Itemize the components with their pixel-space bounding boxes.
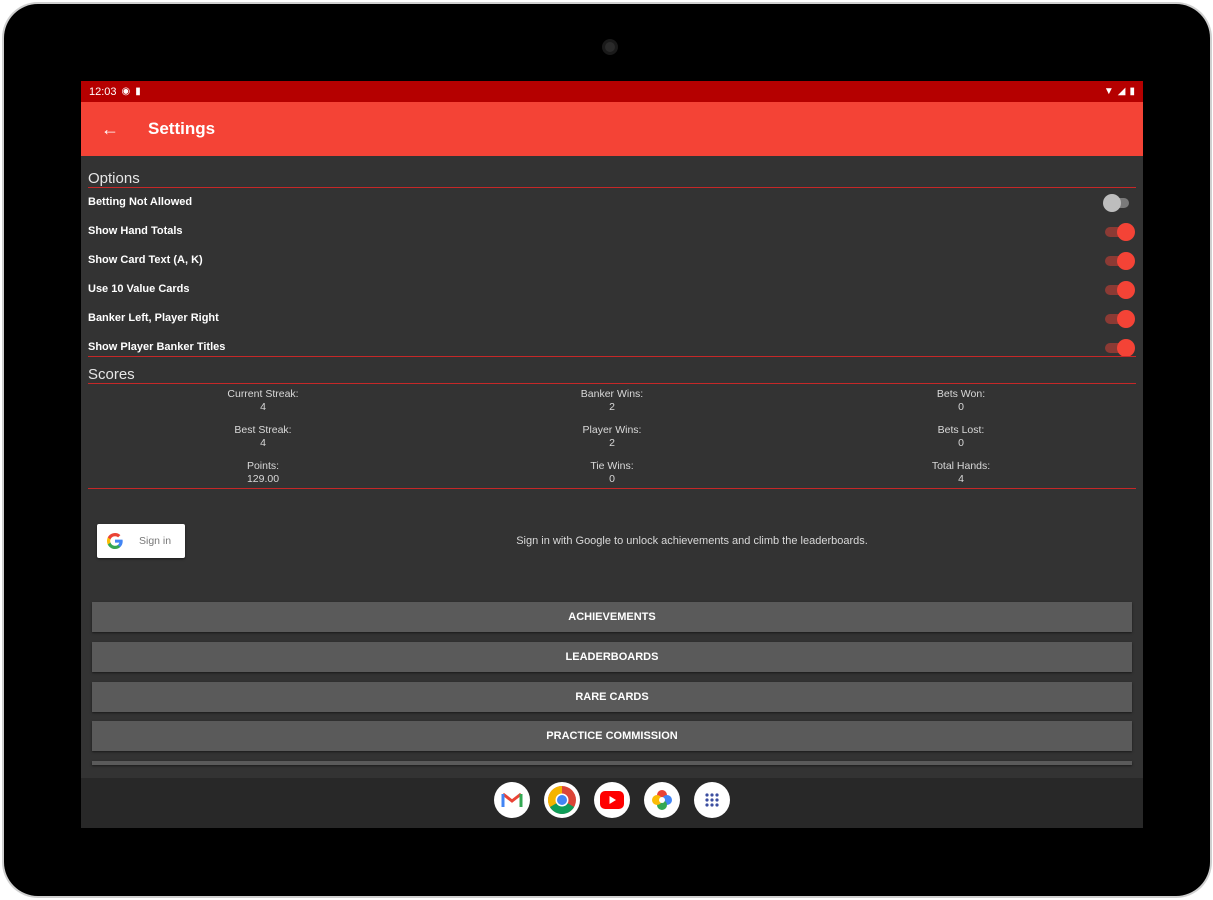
- score-value: 4: [958, 473, 964, 485]
- tablet-frame: 12:03 ◉ ▮ ▼ ◢ ▮ ← Settings Options Betti…: [4, 4, 1210, 896]
- score-tie-wins: Tie Wins: 0: [522, 460, 702, 486]
- option-label: Use 10 Value Cards: [88, 282, 190, 295]
- youtube-icon[interactable]: [594, 782, 630, 818]
- score-total-hands: Total Hands: 4: [871, 460, 1051, 486]
- achievements-button[interactable]: ACHIEVEMENTS: [92, 602, 1132, 632]
- app-dock: [81, 778, 1143, 828]
- divider: [88, 356, 1136, 357]
- score-bets-lost: Bets Lost: 0: [871, 424, 1051, 450]
- app-bar: ← Settings: [81, 102, 1143, 156]
- score-label: Tie Wins:: [590, 460, 634, 472]
- scores-section-title: Scores: [88, 366, 135, 383]
- toggle-switch[interactable]: [1103, 193, 1133, 212]
- signal-icon: ◢: [1117, 86, 1126, 97]
- battery-icon: ▮: [1129, 86, 1135, 97]
- toggle-switch[interactable]: [1103, 280, 1135, 299]
- status-time: 12:03: [89, 85, 117, 98]
- score-label: Points:: [246, 460, 280, 472]
- page-title: Settings: [148, 119, 216, 138]
- chrome-icon[interactable]: [544, 782, 580, 818]
- score-label: Banker Wins:: [580, 388, 644, 400]
- toggle-switch[interactable]: [1103, 309, 1135, 328]
- option-label: Show Hand Totals: [88, 224, 183, 237]
- leaderboards-button[interactable]: LEADERBOARDS: [92, 642, 1132, 672]
- score-points: Points: 129.00: [173, 460, 353, 486]
- option-label: Show Card Text (A, K): [88, 253, 203, 266]
- screen: 12:03 ◉ ▮ ▼ ◢ ▮ ← Settings Options Betti…: [81, 81, 1143, 828]
- option-label: Banker Left, Player Right: [88, 311, 219, 324]
- option-betting-not-allowed[interactable]: Betting Not Allowed: [88, 187, 1133, 216]
- score-value: 0: [958, 401, 964, 413]
- score-player-wins: Player Wins: 2: [522, 424, 702, 450]
- toggle-switch[interactable]: [1103, 222, 1135, 241]
- practice-commission-button[interactable]: PRACTICE COMMISSION: [92, 721, 1132, 751]
- score-value: 4: [260, 401, 266, 413]
- score-value: 0: [609, 473, 615, 485]
- score-label: Total Hands:: [931, 460, 991, 472]
- score-label: Bets Lost:: [937, 424, 985, 436]
- option-use-10-value-cards[interactable]: Use 10 Value Cards: [88, 274, 1135, 303]
- score-banker-wins: Banker Wins: 2: [522, 388, 702, 414]
- google-logo-icon: [107, 533, 123, 549]
- options-section-title: Options: [88, 170, 140, 187]
- score-label: Current Streak:: [227, 388, 299, 400]
- settings-content: Options Betting Not Allowed Show Hand To…: [81, 156, 1143, 778]
- back-arrow-icon[interactable]: ←: [101, 119, 123, 140]
- toggle-switch[interactable]: [1103, 338, 1135, 357]
- status-bar: 12:03 ◉ ▮ ▼ ◢ ▮: [81, 81, 1143, 102]
- score-bets-won: Bets Won: 0: [871, 388, 1051, 414]
- rare-cards-button[interactable]: RARE CARDS: [92, 682, 1132, 712]
- option-show-card-text[interactable]: Show Card Text (A, K): [88, 245, 1135, 274]
- score-label: Best Streak:: [234, 424, 292, 436]
- score-value: 4: [260, 437, 266, 449]
- wifi-icon: ▼: [1103, 86, 1114, 97]
- score-value: 129.00: [246, 473, 280, 485]
- score-best-streak: Best Streak: 4: [173, 424, 353, 450]
- google-sign-in-button[interactable]: Sign in: [97, 524, 185, 558]
- divider: [88, 488, 1136, 489]
- next-button-partial[interactable]: [92, 761, 1132, 765]
- score-label: Player Wins:: [582, 424, 642, 436]
- score-label: Bets Won:: [936, 388, 986, 400]
- score-value: 0: [958, 437, 964, 449]
- sign-in-label: Sign in: [139, 535, 172, 547]
- option-label: Show Player Banker Titles: [88, 340, 226, 353]
- sd-card-icon: ▮: [135, 86, 141, 97]
- message-notification-icon: ◉: [121, 86, 131, 97]
- score-current-streak: Current Streak: 4: [173, 388, 353, 414]
- photos-icon[interactable]: [644, 782, 680, 818]
- sign-in-message: Sign in with Google to unlock achievemen…: [516, 535, 868, 547]
- option-show-hand-totals[interactable]: Show Hand Totals: [88, 216, 1135, 245]
- option-banker-left-player-right[interactable]: Banker Left, Player Right: [88, 303, 1135, 332]
- option-label: Betting Not Allowed: [88, 195, 193, 208]
- gmail-icon[interactable]: [494, 782, 530, 818]
- toggle-switch[interactable]: [1103, 251, 1135, 270]
- front-camera: [602, 39, 618, 55]
- divider: [88, 383, 1136, 384]
- app-launcher-icon[interactable]: [694, 782, 730, 818]
- score-value: 2: [609, 401, 615, 413]
- score-value: 2: [609, 437, 615, 449]
